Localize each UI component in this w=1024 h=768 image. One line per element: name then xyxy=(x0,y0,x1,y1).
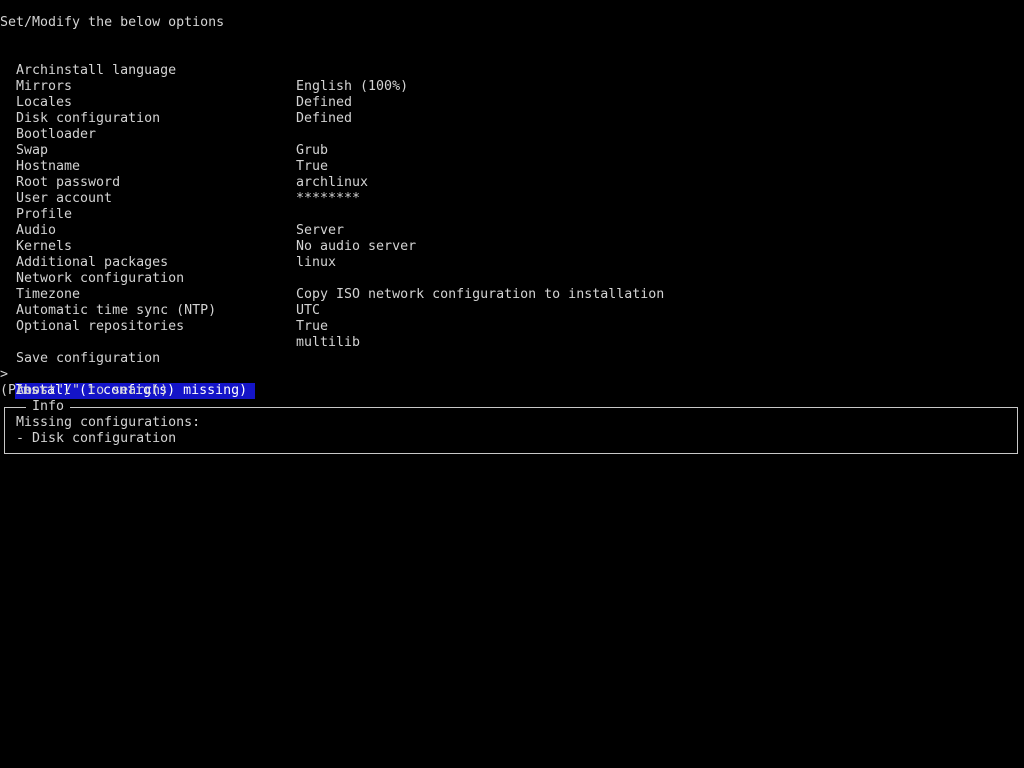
option-kernels[interactable]: Kernels linux xyxy=(0,223,1024,270)
option-label: Optional repositories xyxy=(16,319,185,334)
menu-header: Set/Modify the below options xyxy=(0,15,225,30)
option-automatic-time-sync[interactable]: Automatic time sync (NTP) True xyxy=(0,287,1024,334)
option-value: True xyxy=(296,319,329,334)
option-swap[interactable]: Swap True xyxy=(0,127,1024,174)
option-mirrors[interactable]: Mirrors Defined xyxy=(0,63,1024,110)
option-root-password[interactable]: Root password ******** xyxy=(0,159,1024,206)
option-network-configuration[interactable]: Network configuration Copy ISO network c… xyxy=(0,255,1024,302)
search-hint: (Press "/" to search) xyxy=(0,383,169,398)
option-bootloader[interactable]: Bootloader Grub xyxy=(0,111,1024,158)
option-timezone[interactable]: Timezone UTC xyxy=(0,271,1024,318)
abort-item[interactable]: Abort xyxy=(0,367,1024,398)
option-hostname[interactable]: Hostname archlinux xyxy=(0,143,1024,190)
save-configuration-item[interactable]: Save configuration xyxy=(0,335,1024,366)
info-panel-title: Info xyxy=(26,399,71,415)
option-optional-repositories[interactable]: Optional repositories multilib xyxy=(0,303,1024,350)
option-profile[interactable]: Profile Server xyxy=(0,191,1024,238)
option-user-account[interactable]: User account xyxy=(0,175,1024,206)
option-audio[interactable]: Audio No audio server xyxy=(0,207,1024,254)
info-missing-heading: Missing configurations: xyxy=(16,415,201,430)
option-disk-configuration[interactable]: Disk configuration xyxy=(0,95,1024,126)
install-item[interactable]: > Install (1 config(s) missing) xyxy=(0,351,1024,399)
option-locales[interactable]: Locales Defined xyxy=(0,79,1024,126)
option-archinstall-language[interactable]: Archinstall language English (100%) xyxy=(0,47,1024,94)
option-additional-packages[interactable]: Additional packages xyxy=(0,239,1024,270)
info-missing-item: - Disk configuration xyxy=(16,431,177,446)
